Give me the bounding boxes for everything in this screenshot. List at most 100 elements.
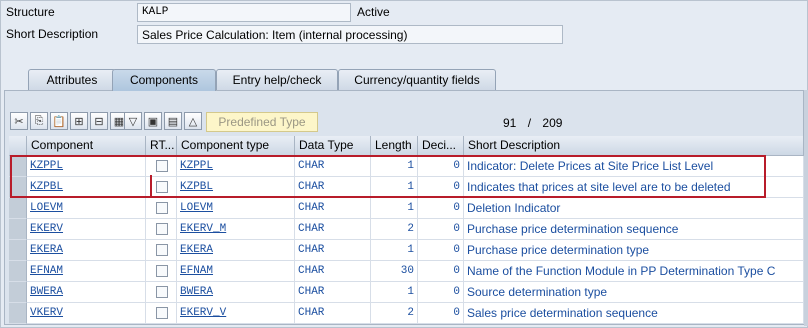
table-row[interactable]: LOEVM LOEVM CHAR 1 0 Deletion Indicator [9,198,804,219]
component-cell[interactable]: EKERV [27,219,146,240]
row-selector[interactable] [9,282,27,303]
short-description-cell: Indicates that prices at site level are … [464,177,804,198]
paste-icon[interactable]: 📋 [50,112,68,130]
data-type-cell: CHAR [295,177,371,198]
col-rt[interactable]: RT... [146,136,177,156]
row-selector[interactable] [9,261,27,282]
rt-checkbox[interactable] [156,265,168,277]
data-type-cell: CHAR [295,303,371,324]
rt-cell [146,219,177,240]
rt-cell [146,282,177,303]
component-type-cell[interactable]: EKERV_V [177,303,295,324]
short-description-cell: Purchase price determination type [464,240,804,261]
cut-icon[interactable]: ✂ [10,112,28,130]
rt-checkbox[interactable] [156,181,168,193]
table-row[interactable]: VKERV EKERV_V CHAR 2 0 Sales price determinat… [9,303,804,324]
tab-components[interactable]: Components [112,69,216,91]
decimals-cell: 0 [418,282,464,303]
total-row-count: 209 [542,116,563,130]
short-description-cell: Source determination type [464,282,804,303]
rt-cell [146,156,177,177]
component-cell[interactable]: EFNAM [27,261,146,282]
component-type-cell[interactable]: KZPBL [177,177,295,198]
table-row[interactable]: BWERA BWERA CHAR 1 0 Source determination typ… [9,282,804,303]
data-type-cell: CHAR [295,282,371,303]
row-selector[interactable] [9,240,27,261]
predefined-type-button[interactable]: Predefined Type [206,112,318,132]
tab-currency-quantity-fields[interactable]: Currency/quantity fields [338,69,496,90]
short-description-cell: Name of the Function Module in PP Determ… [464,261,804,282]
row-selector[interactable] [9,177,27,198]
component-type-cell[interactable]: KZPPL [177,156,295,177]
rt-checkbox[interactable] [156,286,168,298]
col-data-type[interactable]: Data Type [295,136,371,156]
up-icon[interactable]: △ [184,112,202,130]
select-icon[interactable]: ▣ [144,112,162,130]
component-cell[interactable]: EKERA [27,240,146,261]
col-component[interactable]: Component [27,136,146,156]
length-cell: 1 [371,156,418,177]
component-cell[interactable]: BWERA [27,282,146,303]
rt-cell [146,240,177,261]
data-type-cell: CHAR [295,156,371,177]
component-cell[interactable]: LOEVM [27,198,146,219]
row-selector[interactable] [9,198,27,219]
length-cell: 2 [371,219,418,240]
component-type-cell[interactable]: EKERV_M [177,219,295,240]
short-description-cell: Purchase price determination sequence [464,219,804,240]
data-type-cell: CHAR [295,219,371,240]
col-short-description[interactable]: Short Description [464,136,804,156]
length-cell: 1 [371,240,418,261]
component-cell[interactable]: KZPPL [27,156,146,177]
decimals-cell: 0 [418,240,464,261]
decimals-cell: 0 [418,156,464,177]
row-selector[interactable] [9,303,27,324]
short-description-field[interactable]: Sales Price Calculation: Item (internal … [137,25,563,44]
col-decimals[interactable]: Deci... [418,136,464,156]
decimals-cell: 0 [418,177,464,198]
select-all-header[interactable] [9,136,27,156]
rt-cell [146,303,177,324]
component-type-cell[interactable]: BWERA [177,282,295,303]
row-selector[interactable] [9,219,27,240]
filter-icon[interactable]: ▽ [124,112,142,130]
rt-checkbox[interactable] [156,160,168,172]
table-row[interactable]: KZPPL KZPPL CHAR 1 0 Indicator: Delete Prices… [9,156,804,177]
row-selector[interactable] [9,156,27,177]
tab-entry-help-check[interactable]: Entry help/check [216,69,338,90]
copy-icon[interactable]: ⎘ [30,112,48,130]
decimals-cell: 0 [418,303,464,324]
tab-attributes[interactable]: Attributes [28,69,116,90]
rt-checkbox[interactable] [156,307,168,319]
table-row[interactable]: EKERA EKERA CHAR 1 0 Purchase price determina… [9,240,804,261]
table-row[interactable]: KZPBL KZPBL CHAR 1 0 Indicates that prices at… [9,177,804,198]
rt-cell [146,198,177,219]
data-type-cell: CHAR [295,261,371,282]
decimals-cell: 0 [418,261,464,282]
short-description-cell: Deletion Indicator [464,198,804,219]
rt-checkbox[interactable] [156,244,168,256]
component-type-cell[interactable]: EKERA [177,240,295,261]
component-cell[interactable]: VKERV [27,303,146,324]
detail-icon[interactable]: ▤ [164,112,182,130]
delete-row-icon[interactable]: ⊟ [90,112,108,130]
short-description-cell: Sales price determination sequence [464,303,804,324]
vertical-scrollbar[interactable] [804,90,808,326]
length-cell: 2 [371,303,418,324]
current-row-number: 91 [503,116,517,130]
table-row[interactable]: EKERV EKERV_M CHAR 2 0 Purchase price determi… [9,219,804,240]
component-cell[interactable]: KZPBL [27,177,146,198]
structure-label: Structure [6,5,55,19]
col-length[interactable]: Length [371,136,418,156]
insert-row-icon[interactable]: ⊞ [70,112,88,130]
rt-cell [146,177,177,198]
row-pager: 91 / 209 [503,116,562,130]
decimals-cell: 0 [418,219,464,240]
rt-checkbox[interactable] [156,223,168,235]
table-row[interactable]: EFNAM EFNAM CHAR 30 0 Name of the Function Mo… [9,261,804,282]
col-component-type[interactable]: Component type [177,136,295,156]
structure-field[interactable]: KALP [137,3,351,22]
component-type-cell[interactable]: LOEVM [177,198,295,219]
component-type-cell[interactable]: EFNAM [177,261,295,282]
rt-checkbox[interactable] [156,202,168,214]
